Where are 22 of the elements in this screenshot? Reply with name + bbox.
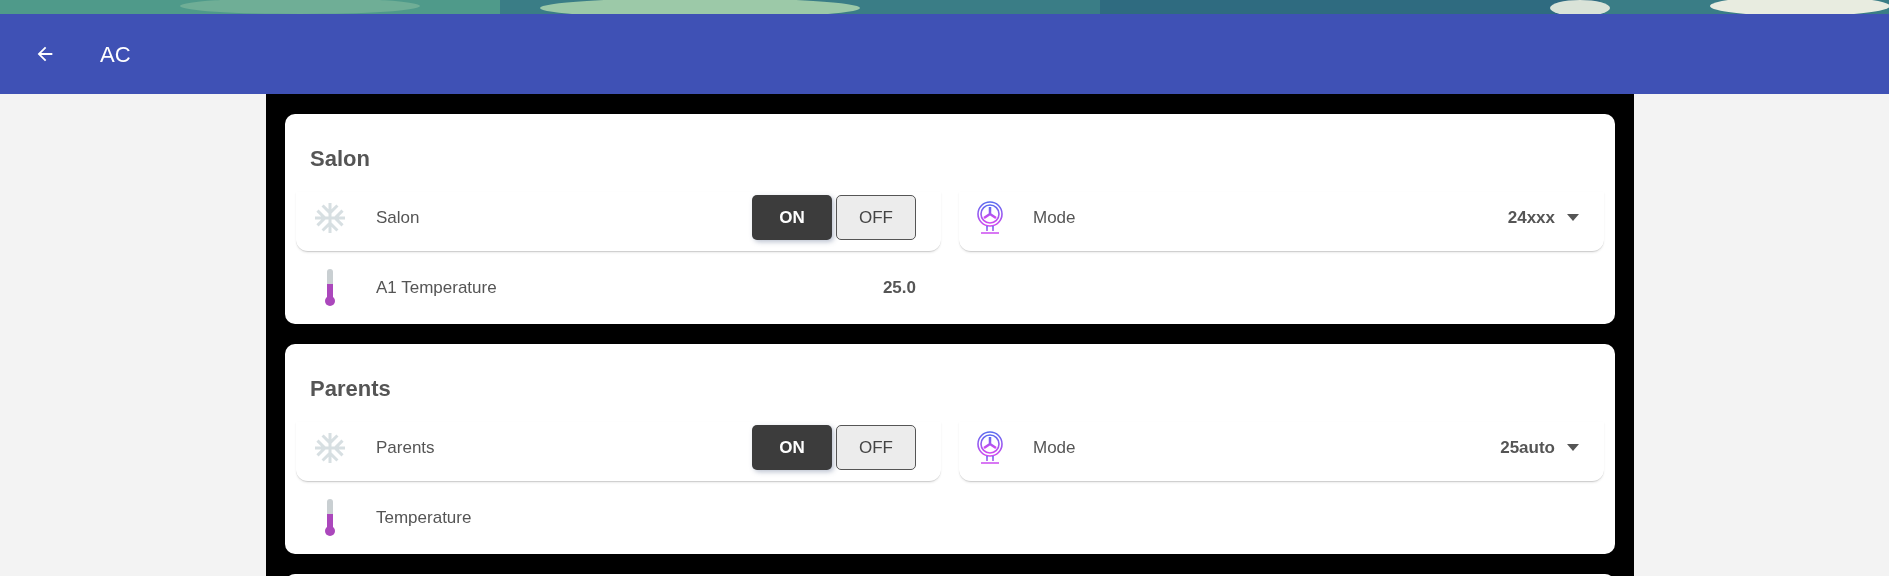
entity-name: A1 Temperature <box>376 277 498 300</box>
caret-icon <box>1567 444 1579 451</box>
toggle-button[interactable]: OFF <box>836 425 916 470</box>
caret-icon <box>1567 214 1579 221</box>
app-title: AC <box>100 40 131 69</box>
entity-name: Salon <box>376 206 421 229</box>
entity-name: Temperature <box>376 507 473 530</box>
toggle-button[interactable]: OFF <box>836 195 916 240</box>
sensor-value: 25.0 <box>882 277 916 300</box>
toggle-button[interactable]: ON <box>752 425 832 470</box>
toggle-button[interactable]: ON <box>752 195 832 240</box>
mode-dropdown[interactable]: 24xxx <box>1507 204 1579 231</box>
mode-dropdown[interactable]: 25auto <box>1500 434 1579 461</box>
fan-icon <box>975 429 1005 466</box>
card-title: Parents <box>309 375 392 403</box>
entity-name: Mode <box>1033 436 1077 459</box>
entity-name: Mode <box>1033 206 1077 229</box>
card-title: Salon <box>309 145 371 173</box>
fan-icon <box>975 199 1005 236</box>
thermometer-icon <box>323 268 337 308</box>
entity-name: Parents <box>376 436 436 459</box>
thermometer-icon <box>323 498 337 538</box>
